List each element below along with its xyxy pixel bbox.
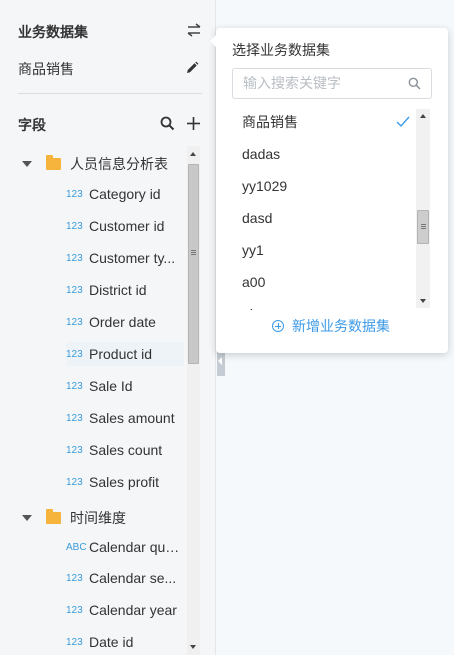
field-name: Customer id xyxy=(89,218,165,234)
dataset-item-label: dadas xyxy=(242,146,281,162)
switch-dataset-icon[interactable] xyxy=(184,20,204,40)
dataset-item-label: 商品销售 xyxy=(242,114,298,130)
field-item[interactable]: 123 Sales profit xyxy=(66,470,184,494)
grip-line xyxy=(191,252,196,253)
field-name: Calendar se... xyxy=(89,570,177,586)
dataset-search-box[interactable] xyxy=(232,68,432,99)
folder-icon xyxy=(46,155,61,170)
field-name: Date id xyxy=(89,634,134,650)
grip-line xyxy=(191,250,196,251)
field-name: Category id xyxy=(89,186,161,202)
dataset-item-label: yy1029 xyxy=(242,178,288,194)
numeric-type-icon: 123 xyxy=(66,316,83,328)
scrollbar-thumb[interactable] xyxy=(188,164,199,364)
grip-line xyxy=(421,228,426,229)
caret-down-icon[interactable] xyxy=(22,161,32,167)
field-name: Sales count xyxy=(89,442,163,458)
numeric-type-icon: 123 xyxy=(66,188,83,200)
dataset-item-label: yy1 xyxy=(242,242,264,258)
fields-section-title: 字段 xyxy=(18,117,46,133)
field-name: Product id xyxy=(89,346,153,362)
field-name: Calendar year xyxy=(89,602,177,618)
field-name: Sales amount xyxy=(89,410,175,426)
field-item[interactable]: 123 Calendar se... xyxy=(66,566,184,590)
field-item[interactable]: 123 Sales count xyxy=(66,438,184,462)
current-dataset-name: 商品销售 xyxy=(18,61,74,77)
popup-title: 选择业务数据集 xyxy=(232,42,330,58)
field-item[interactable]: 123 District id xyxy=(66,278,184,302)
dataset-selector-popup: 选择业务数据集 商品销售 dadas yy1029 dasd yy1 a00 a… xyxy=(210,28,448,353)
dataset-list-item[interactable]: yy1 xyxy=(242,238,410,262)
field-name: Sales profit xyxy=(89,474,160,490)
search-icon[interactable] xyxy=(408,77,421,95)
caret-down-icon[interactable] xyxy=(22,515,32,521)
numeric-type-icon: 123 xyxy=(66,252,83,264)
scroll-up-arrow-icon[interactable] xyxy=(420,114,426,118)
dataset-list-item[interactable]: abc xyxy=(242,302,410,310)
dataset-item-label: dasd xyxy=(242,210,273,226)
dataset-item-label: abc xyxy=(242,306,265,310)
field-item[interactable]: ABC Calendar qua... xyxy=(66,535,184,559)
grip-line xyxy=(421,226,426,227)
field-list-scrollbar[interactable] xyxy=(187,146,200,655)
group-label: 时间维度 xyxy=(70,510,126,526)
dataset-list-item[interactable]: yy1029 xyxy=(242,174,410,198)
popup-arrow xyxy=(210,34,217,48)
folder-icon xyxy=(46,509,61,524)
field-item[interactable]: 123 Date id xyxy=(66,630,184,654)
scroll-down-arrow-icon[interactable] xyxy=(190,645,196,649)
text-type-icon: ABC xyxy=(66,541,87,553)
add-circle-icon xyxy=(272,320,284,332)
field-name: Sale Id xyxy=(89,378,133,394)
dataset-search-input[interactable] xyxy=(243,75,393,91)
field-item[interactable]: 123 Product id xyxy=(66,342,184,366)
numeric-type-icon: 123 xyxy=(66,220,83,232)
scroll-down-arrow-icon[interactable] xyxy=(420,299,426,303)
tree-group-time-dimension[interactable]: 时间维度 xyxy=(22,506,126,530)
add-dataset-button[interactable]: 新增业务数据集 xyxy=(272,316,390,336)
left-sidebar: 业务数据集 商品销售 字段 人员信息分析表 123 Category id 123… xyxy=(0,0,216,655)
field-item[interactable]: 123 Calendar year xyxy=(66,598,184,622)
scrollbar-thumb[interactable] xyxy=(417,210,429,244)
numeric-type-icon: 123 xyxy=(66,412,83,424)
dataset-list-item[interactable]: dasd xyxy=(242,206,410,230)
numeric-type-icon: 123 xyxy=(66,380,83,392)
field-name: Order date xyxy=(89,314,156,330)
search-icon[interactable] xyxy=(158,114,176,132)
add-dataset-label: 新增业务数据集 xyxy=(292,318,390,334)
grip-line xyxy=(191,254,196,255)
field-name: District id xyxy=(89,282,147,298)
dataset-list-scrollbar[interactable] xyxy=(416,109,430,308)
check-icon xyxy=(396,115,410,131)
field-item[interactable]: 123 Customer ty... xyxy=(66,246,184,270)
field-name: Calendar qua... xyxy=(89,539,184,555)
numeric-type-icon: 123 xyxy=(66,476,83,488)
dataset-list-item[interactable]: a00 xyxy=(242,270,410,294)
dataset-list-item[interactable]: dadas xyxy=(242,142,410,166)
field-item[interactable]: 123 Order date xyxy=(66,310,184,334)
dataset-section-title: 业务数据集 xyxy=(18,24,88,40)
scroll-up-arrow-icon[interactable] xyxy=(190,152,196,156)
field-item[interactable]: 123 Sale Id xyxy=(66,374,184,398)
grip-line xyxy=(421,224,426,225)
numeric-type-icon: 123 xyxy=(66,444,83,456)
add-field-icon[interactable] xyxy=(184,114,202,132)
numeric-type-icon: 123 xyxy=(66,284,83,296)
divider xyxy=(18,93,202,94)
dataset-item-label: a00 xyxy=(242,274,266,290)
field-name: Customer ty... xyxy=(89,250,176,266)
field-item[interactable]: 123 Sales amount xyxy=(66,406,184,430)
dataset-list-item[interactable]: 商品销售 xyxy=(242,110,410,134)
tree-group-personnel[interactable]: 人员信息分析表 xyxy=(22,152,168,176)
numeric-type-icon: 123 xyxy=(66,604,83,616)
edit-dataset-icon[interactable] xyxy=(182,58,202,78)
dataset-list: 商品销售 dadas yy1029 dasd yy1 a00 abc xyxy=(232,104,430,310)
group-label: 人员信息分析表 xyxy=(70,156,168,172)
numeric-type-icon: 123 xyxy=(66,572,83,584)
numeric-type-icon: 123 xyxy=(66,636,83,648)
numeric-type-icon: 123 xyxy=(66,348,83,360)
field-item[interactable]: 123 Customer id xyxy=(66,214,184,238)
field-item[interactable]: 123 Category id xyxy=(66,182,184,206)
